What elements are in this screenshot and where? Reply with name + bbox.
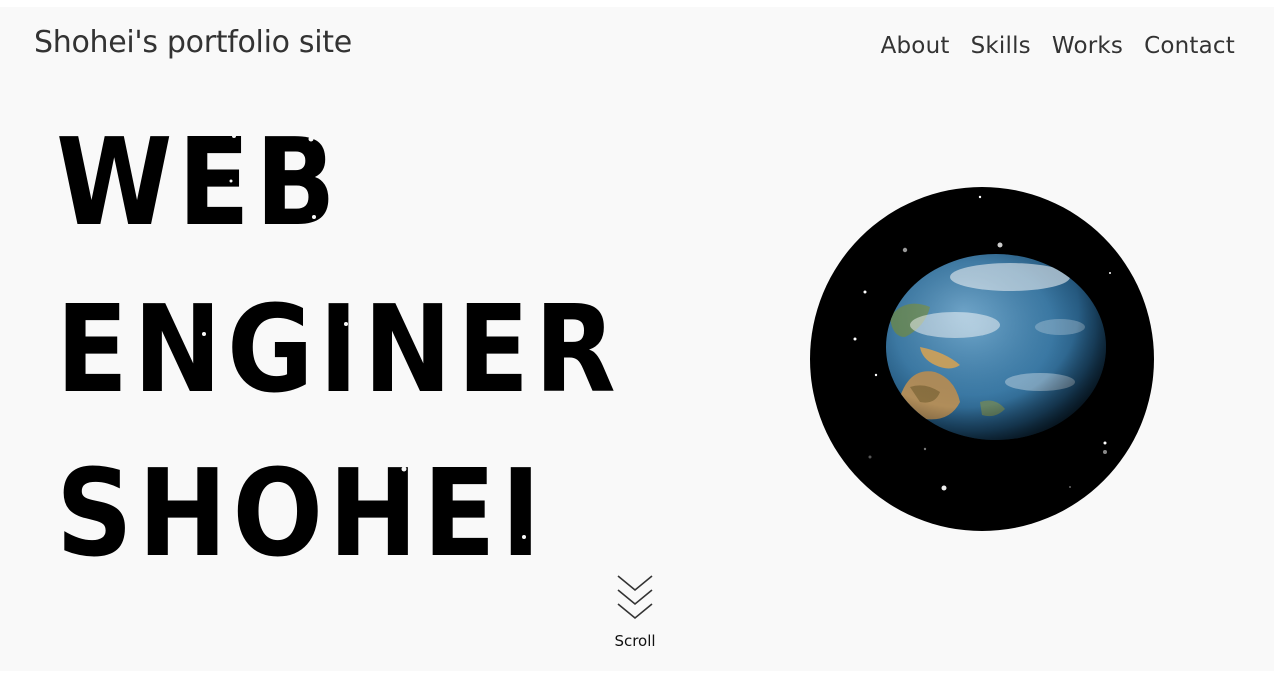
earth-globe-icon	[810, 187, 1154, 531]
scroll-label: Scroll	[614, 632, 656, 650]
nav-skills[interactable]: Skills	[971, 33, 1031, 59]
chevrons-down-icon	[617, 575, 653, 620]
page: Shohei's portfolio site About Skills Wor…	[0, 7, 1274, 671]
site-title[interactable]: Shohei's portfolio site	[34, 25, 352, 60]
hero-line-3: SHOHEI	[56, 445, 546, 569]
hero-heading: WEB ENGINER SHOHEI	[56, 114, 656, 584]
nav-works[interactable]: Works	[1052, 33, 1123, 59]
main-nav: About Skills Works Contact	[881, 33, 1235, 59]
hero-line-2: ENGINER	[56, 281, 621, 420]
nav-about[interactable]: About	[881, 33, 950, 59]
nav-contact[interactable]: Contact	[1144, 33, 1235, 59]
hero-line-1: WEB	[56, 119, 341, 253]
globe-visual	[810, 187, 1154, 531]
scroll-indicator[interactable]: Scroll	[600, 572, 670, 650]
hero-heading-svg: WEB ENGINER SHOHEI	[56, 114, 621, 584]
